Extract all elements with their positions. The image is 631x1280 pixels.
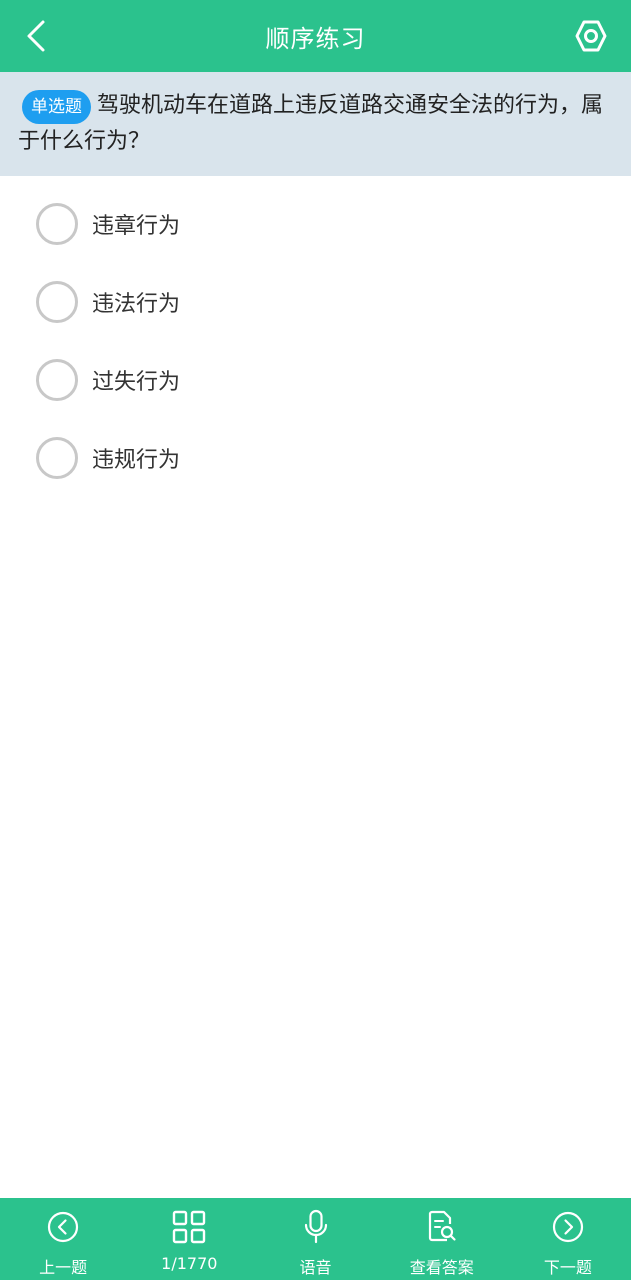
circle-chevron-right-icon <box>552 1211 584 1243</box>
next-question-label: 下一题 <box>543 1258 592 1277</box>
option-c[interactable]: 过失行为 <box>36 356 180 404</box>
view-answer-label: 查看答案 <box>409 1258 474 1277</box>
voice-label: 语音 <box>299 1258 332 1277</box>
option-d[interactable]: 违规行为 <box>36 434 180 482</box>
radio-circle-icon[interactable] <box>36 203 78 245</box>
progress-label: 1/1770 <box>161 1254 218 1273</box>
option-label: 违章行为 <box>92 214 181 239</box>
question-type-badge: 单选题 <box>22 90 91 124</box>
option-label: 违规行为 <box>92 448 181 473</box>
option-a[interactable]: 违章行为 <box>36 200 180 248</box>
voice-button[interactable]: 语音 <box>252 1198 378 1280</box>
next-question-button[interactable]: 下一题 <box>505 1198 631 1280</box>
circle-chevron-left-icon <box>47 1211 79 1243</box>
back-button[interactable] <box>18 16 54 56</box>
chevron-left-icon <box>27 20 45 52</box>
prev-question-label: 上一题 <box>39 1258 88 1277</box>
radio-circle-icon[interactable] <box>36 281 78 323</box>
question-text-block: 单选题 驾驶机动车在道路上违反道路交通安全法的行为，属于什么行为？ <box>18 88 613 160</box>
radio-circle-icon[interactable] <box>36 359 78 401</box>
app-bar: 顺序练习 <box>0 0 631 72</box>
bottom-nav: 上一题 1/1770 语音 查看答案 下一题 <box>0 1198 631 1280</box>
prev-question-button[interactable]: 上一题 <box>0 1198 126 1280</box>
question-text: 驾驶机动车在道路上违反道路交通安全法的行为，属于什么行为？ <box>18 93 604 154</box>
hexagon-gear-icon <box>575 20 607 52</box>
page-title: 顺序练习 <box>265 24 366 53</box>
grid-icon <box>173 1210 206 1244</box>
microphone-icon <box>304 1209 327 1244</box>
option-label: 过失行为 <box>92 370 181 395</box>
option-label: 违法行为 <box>92 292 181 317</box>
settings-button[interactable] <box>571 14 611 58</box>
radio-circle-icon[interactable] <box>36 437 78 479</box>
question-panel: 单选题 驾驶机动车在道路上违反道路交通安全法的行为，属于什么行为？ <box>0 72 631 176</box>
document-search-icon <box>428 1210 456 1242</box>
option-b[interactable]: 违法行为 <box>36 278 180 326</box>
question-grid-button[interactable]: 1/1770 <box>126 1198 252 1280</box>
view-answer-button[interactable]: 查看答案 <box>379 1198 505 1280</box>
